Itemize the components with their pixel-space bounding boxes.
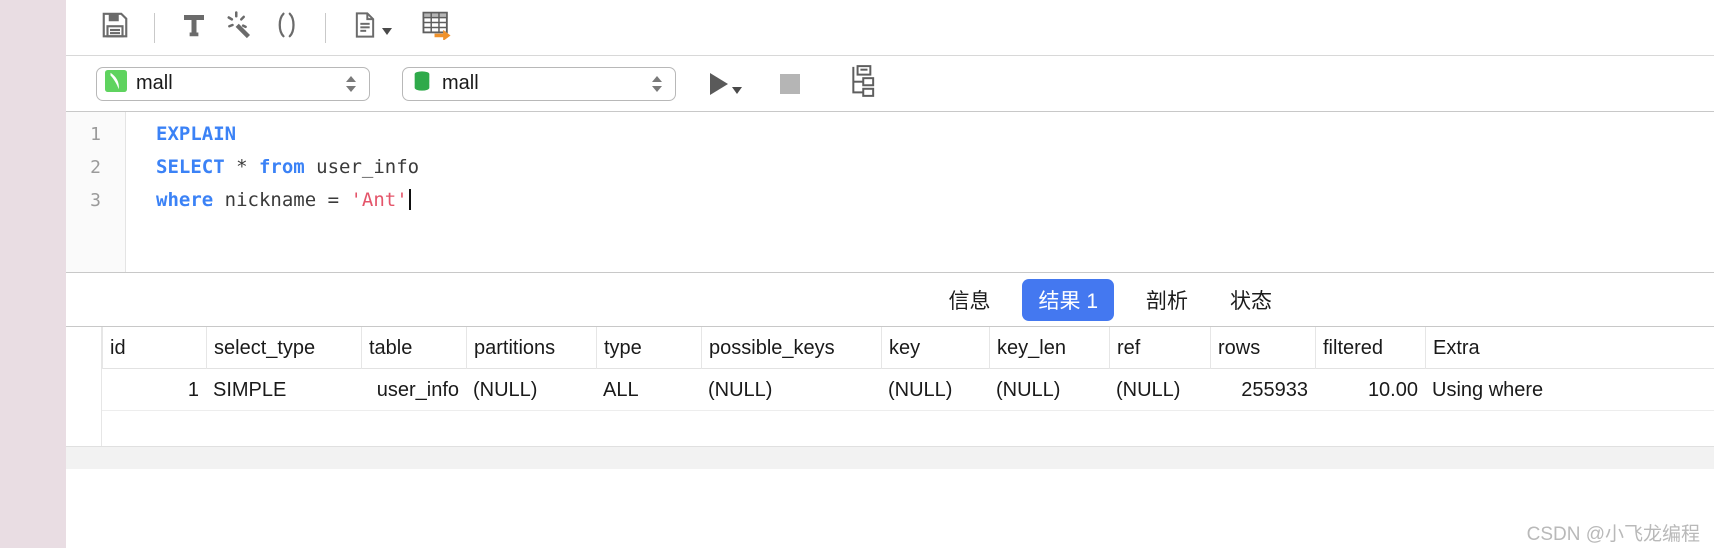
connection-value: mall [136,72,173,94]
run-icon [710,72,728,95]
cell-extra[interactable]: Using where [1425,369,1714,411]
sql-editor[interactable]: 1 EXPLAIN 2 SELECT * from user_info 3 wh… [66,112,1714,273]
format-sql-button[interactable] [171,5,217,51]
cell-key_len[interactable]: (NULL) [989,369,1109,411]
sql-identifier: user_info [304,156,420,178]
stop-query-button[interactable] [780,73,800,94]
grid-bottom-strip [66,446,1714,469]
connection-select[interactable]: mall [96,66,370,101]
code-line: 1 EXPLAIN [66,118,1714,151]
column-header-select_type[interactable]: select_type [206,326,361,369]
sql-keyword: where [156,189,214,211]
code-line-text: where nickname = 'Ant' [125,184,411,217]
column-header-rows[interactable]: rows [1210,326,1315,369]
hammer-icon [179,10,209,45]
sql-keyword: from [258,156,305,178]
result-tabs: 信息 结果 1 剖析 状态 [66,273,1714,327]
cell-type[interactable]: ALL [596,369,701,411]
cell-ref[interactable]: (NULL) [1109,369,1210,411]
run-controls [710,64,876,103]
database-stepper-icon[interactable] [649,75,665,92]
database-select[interactable]: mall [402,66,676,101]
save-button[interactable] [92,5,138,51]
sql-code[interactable]: 1 EXPLAIN 2 SELECT * from user_info 3 wh… [66,112,1714,272]
mysql-dolphin-icon [105,70,127,97]
column-header-key[interactable]: key [881,326,989,369]
watermark-text: CSDN @小飞龙编程 [1526,524,1700,545]
cell-possible_keys[interactable]: (NULL) [701,369,881,411]
toolbar-separator-2 [325,12,326,43]
toolbar-separator-1 [154,12,155,43]
run-query-button[interactable] [710,72,742,95]
code-line: 3 where nickname = 'Ant' [66,184,1714,217]
code-line-text: SELECT * from user_info [125,151,419,184]
window-left-gutter [0,0,66,548]
database-value: mall [442,72,479,94]
tab-result-1[interactable]: 结果 1 [1022,278,1114,321]
beautify-button[interactable] [217,5,263,51]
column-header-key_len[interactable]: key_len [989,326,1109,369]
parentheses-button[interactable] [263,5,309,51]
cell-table[interactable]: user_info [361,369,466,411]
row-selector-cell[interactable] [66,368,102,411]
column-header-ref[interactable]: ref [1109,326,1210,369]
connection-stepper-icon[interactable] [343,75,359,92]
sql-string-literal: 'Ant' [350,189,408,211]
database-cylinder-icon [411,70,433,97]
column-header-type[interactable]: type [596,326,701,369]
column-header-possible_keys[interactable]: possible_keys [701,326,881,369]
connection-bar: mall mall [66,56,1714,112]
explain-document-icon [351,11,379,44]
sql-keyword: EXPLAIN [156,123,237,145]
cell-filtered[interactable]: 10.00 [1315,369,1425,411]
text-cursor [408,189,411,210]
grid-header-row: id select_type table partitions type pos… [66,326,1714,369]
tab-info[interactable]: 信息 [938,280,1000,320]
line-number: 3 [90,190,101,211]
tab-profile[interactable]: 剖析 [1136,280,1198,320]
sql-keyword: SELECT [156,156,225,178]
sql-client-window: mall mall 1 EXPLAIN 2 SELECT * from user… [0,0,1714,548]
line-number: 1 [90,124,101,145]
magic-wand-icon [225,10,255,45]
code-line-text: EXPLAIN [125,118,236,151]
cell-partitions[interactable]: (NULL) [466,369,596,411]
code-line: 2 SELECT * from user_info [66,151,1714,184]
chevron-down-icon [381,28,392,35]
tab-status[interactable]: 状态 [1220,280,1282,320]
query-plan-button[interactable] [842,64,876,103]
cell-id[interactable]: 1 [102,369,206,411]
explain-button[interactable] [342,5,400,51]
cell-select_type[interactable]: SIMPLE [206,369,361,411]
table-row[interactable]: 1 SIMPLE user_info (NULL) ALL (NULL) (NU… [66,368,1714,411]
parentheses-icon [271,10,301,45]
save-icon [100,10,130,45]
sql-identifier: nickname = [213,189,351,211]
main-content: mall mall 1 EXPLAIN 2 SELECT * from user… [66,0,1714,548]
chevron-down-icon [732,86,742,94]
column-header-partitions[interactable]: partitions [466,326,596,369]
result-grid: id select_type table partitions type pos… [66,326,1714,469]
column-header-filtered[interactable]: filtered [1315,326,1425,369]
column-header-table[interactable]: table [361,326,466,369]
export-table-icon [421,10,453,45]
cell-key[interactable]: (NULL) [881,369,989,411]
line-number: 2 [90,157,101,178]
editor-toolbar [66,0,1714,56]
export-result-button[interactable] [414,5,460,51]
grid-corner-cell[interactable] [66,326,102,369]
sql-operator: * [224,156,259,178]
column-header-id[interactable]: id [102,326,206,369]
cell-rows[interactable]: 255933 [1210,369,1315,411]
column-header-extra[interactable]: Extra [1425,326,1714,369]
